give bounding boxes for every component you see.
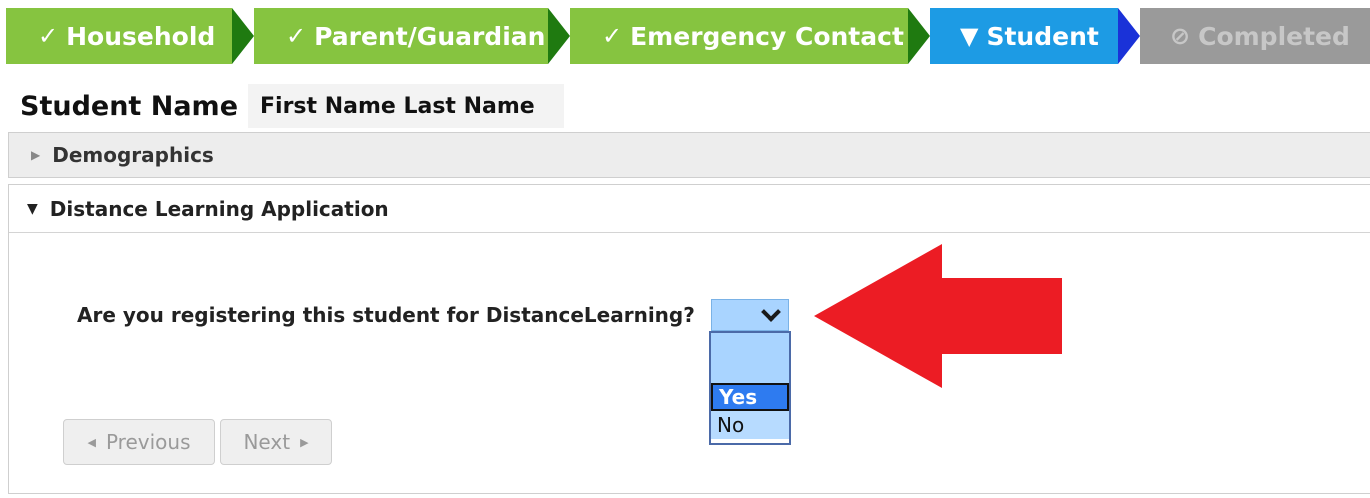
checkmark-icon: ✓ [286,22,307,50]
red-callout-arrow-icon [814,244,1062,388]
step-student[interactable]: ▼ Student [930,8,1118,64]
demographics-header[interactable]: ▶ Demographics [9,133,1370,177]
arrow-left-icon: ◀ [87,435,96,449]
step-separator-arrow [548,8,570,64]
caret-down-icon: ▼ [960,22,979,50]
step-emergency-contact[interactable]: ✓ Emergency Contact [570,8,908,64]
step-label: Household [66,21,216,51]
demographics-section: ▶ Demographics [8,132,1370,178]
step-label: Completed [1198,21,1350,51]
blocked-icon: ⊘ [1170,22,1191,50]
step-parent-guardian[interactable]: ✓ Parent/Guardian [254,8,548,64]
step-label: Emergency Contact [630,21,904,51]
option-blank[interactable] [711,333,789,383]
distance-learning-select[interactable] [711,299,789,331]
expand-arrow-icon: ▶ [31,148,41,162]
distance-learning-question: Are you registering this student for Dis… [77,303,695,327]
next-label: Next [243,430,291,454]
arrow-right-icon: ▶ [300,435,309,449]
step-separator-arrow [1118,8,1140,64]
step-label: Student [986,21,1099,51]
step-separator-arrow [908,8,930,64]
student-name-row: Student Name First Name Last Name [12,84,565,128]
checkmark-icon: ✓ [38,22,59,50]
step-completed: ⊘ Completed [1140,8,1370,64]
chevron-down-icon [761,302,781,322]
student-name-label: Student Name [20,90,239,122]
section-title: Distance Learning Application [49,196,389,221]
progress-steps: ✓ Household ✓ Parent/Guardian ✓ Emergenc… [6,8,1370,64]
checkmark-icon: ✓ [602,22,623,50]
next-button[interactable]: Next ▶ [220,419,332,465]
student-name-value: First Name Last Name [248,84,565,128]
step-household[interactable]: ✓ Household [6,8,232,64]
distance-learning-header[interactable]: ▼ Distance Learning Application [9,185,1370,233]
distance-learning-section: ▼ Distance Learning Application Are you … [8,184,1370,494]
previous-button[interactable]: ◀ Previous [63,419,215,465]
distance-learning-options: Yes No [709,331,791,445]
previous-label: Previous [105,430,191,454]
step-separator-arrow [232,8,254,64]
step-label: Parent/Guardian [314,21,546,51]
collapse-arrow-icon: ▼ [27,200,38,217]
option-no[interactable]: No [711,411,789,439]
section-title: Demographics [52,143,214,167]
option-yes[interactable]: Yes [711,383,789,411]
